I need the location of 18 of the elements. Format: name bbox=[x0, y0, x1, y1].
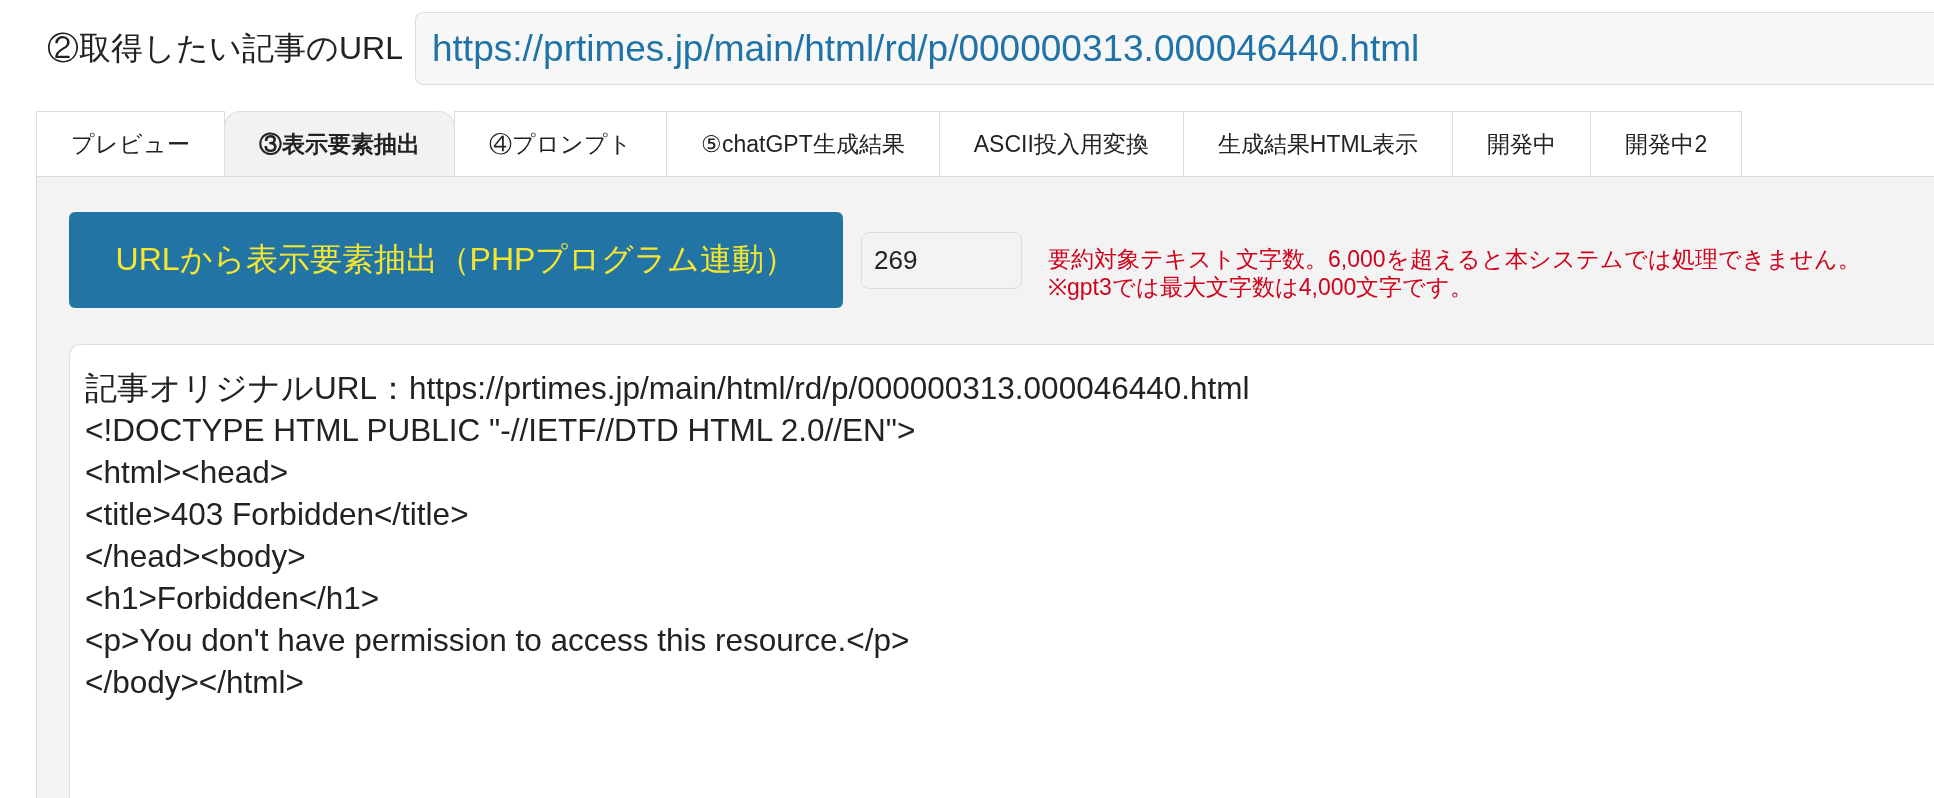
tab[interactable]: プレビュー bbox=[36, 111, 225, 176]
tab[interactable]: ③表示要素抽出 bbox=[224, 111, 455, 176]
text-line: <h1>Forbidden</h1> bbox=[85, 579, 380, 618]
text-line: <p>You don't have permission to access this resource.</p> bbox=[85, 621, 910, 660]
text-line: <html><head> bbox=[85, 453, 289, 492]
notice-text: ※gpt3では最大文字数は4,000文字です。 bbox=[1048, 273, 1475, 301]
output-text-area[interactable] bbox=[69, 344, 1934, 798]
text-line: </body></html> bbox=[85, 663, 304, 702]
url-label: ②取得したい記事のURL bbox=[47, 28, 403, 68]
text-line: <title>403 Forbidden</title> bbox=[85, 495, 469, 534]
extract-button[interactable]: URLから表示要素抽出（PHPプログラム連動） bbox=[69, 212, 843, 308]
char-count-field[interactable]: 269 bbox=[861, 231, 1022, 289]
text-line: </head><body> bbox=[85, 537, 306, 576]
text-line: <!DOCTYPE HTML PUBLIC "-//IETF//DTD HTML 2.0//EN"> bbox=[85, 411, 916, 450]
url-field[interactable]: https://prtimes.jp/main/html/rd/p/000000313.000046440.html bbox=[415, 12, 1934, 85]
text-line: 記事オリジナルURL：https://prtimes.jp/main/html/rd/p/000000313.000046440.html bbox=[85, 369, 1250, 408]
notice-text: 要約対象テキスト文字数。6,000を超えると本システムでは処理できません。 bbox=[1048, 245, 1861, 273]
tab[interactable]: 開発中2 bbox=[1590, 111, 1743, 176]
